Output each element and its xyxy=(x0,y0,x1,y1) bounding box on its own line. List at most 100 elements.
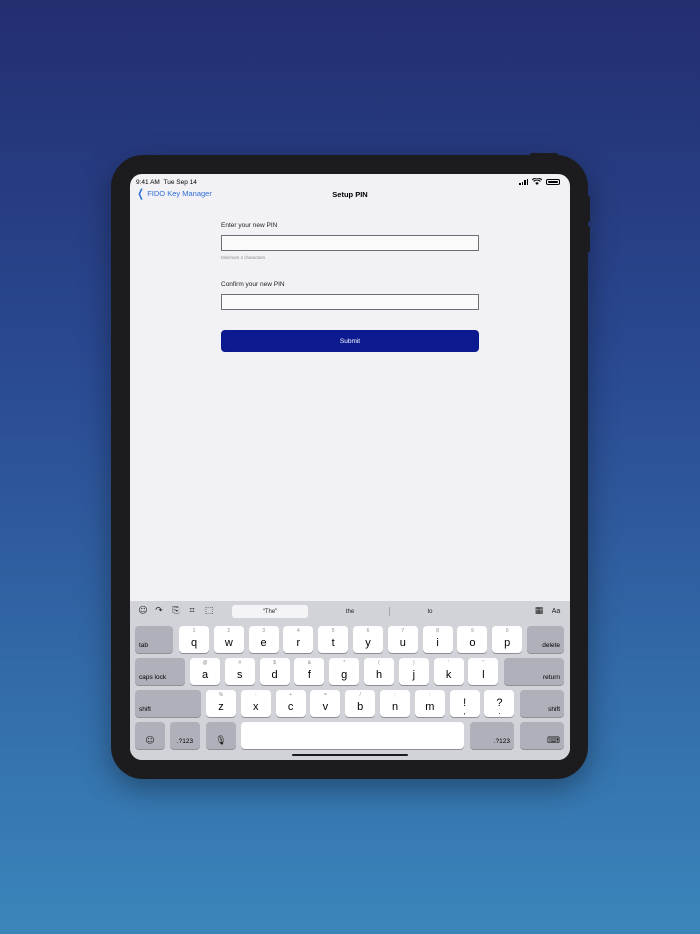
scan-document-icon[interactable]: ⬚ xyxy=(204,606,214,616)
confirm-pin-input[interactable] xyxy=(221,294,479,310)
key-label: c xyxy=(287,701,294,713)
key-y[interactable]: 6y xyxy=(353,626,383,653)
tab-key[interactable]: tab xyxy=(135,626,173,653)
key-label: b xyxy=(357,701,364,713)
keyboard-dismiss-icon: ⌨ xyxy=(547,736,560,746)
shift-right-key[interactable]: shift xyxy=(520,690,564,717)
caps-lock-key[interactable]: caps lock xyxy=(135,658,185,685)
key-alt-label: 6 xyxy=(366,628,370,634)
suggestion-1[interactable]: “The” xyxy=(232,605,308,618)
redo-icon[interactable]: ↷ xyxy=(154,606,164,616)
key-alt-label: % xyxy=(218,692,224,698)
key-n[interactable]: ; n xyxy=(380,690,410,717)
key-alt-label: @ xyxy=(202,660,208,666)
key-c[interactable]: + c xyxy=(275,690,306,717)
numbers-left-label: .?123 xyxy=(176,738,194,745)
suggestion-2[interactable]: the xyxy=(312,605,388,618)
key-alt-label: & xyxy=(307,660,312,666)
numbers-right-key[interactable]: .?123 xyxy=(470,722,514,749)
key-t[interactable]: 5t xyxy=(318,626,349,653)
battery-icon xyxy=(546,178,560,185)
key-alt-label: 7 xyxy=(401,628,405,634)
key-label: m xyxy=(425,701,435,713)
key-p[interactable]: 0p xyxy=(492,626,523,653)
key-a[interactable]: @ a xyxy=(190,658,220,685)
key-d[interactable]: $ d xyxy=(259,658,290,685)
key-alt-label: ( xyxy=(378,660,380,666)
shift-left-key[interactable]: shift xyxy=(135,690,201,717)
key-m[interactable]: :m xyxy=(414,690,445,717)
caps-lock-label: caps lock xyxy=(139,674,167,681)
key-alt-label: / xyxy=(359,692,361,698)
home-indicator xyxy=(292,754,408,756)
key-label: k xyxy=(445,669,452,681)
key-alt-label: 0 xyxy=(505,628,509,634)
wifi-icon xyxy=(532,178,542,185)
key-alt-label: 4 xyxy=(297,628,300,634)
suggestion-divider xyxy=(389,607,390,616)
confirm-pin-label: Confirm your new PIN xyxy=(221,281,285,288)
key-label: u xyxy=(399,637,406,649)
key-v[interactable]: = v xyxy=(310,690,341,717)
key-label: ! xyxy=(463,697,467,709)
delete-key-label: delete xyxy=(542,642,560,649)
numbers-left-key[interactable]: .?123 xyxy=(170,722,200,749)
return-key[interactable]: return xyxy=(504,658,564,685)
key-label: y xyxy=(365,637,371,649)
key-f[interactable]: & f xyxy=(294,658,325,685)
key-alt-label: 8 xyxy=(436,628,439,634)
key-label: f xyxy=(307,669,311,681)
key-alt-label: " xyxy=(482,660,485,666)
key-k[interactable]: ' k xyxy=(433,658,464,685)
submit-button[interactable]: Submit xyxy=(221,330,479,352)
key-alt-label: $ xyxy=(273,660,276,666)
text-format-button[interactable]: Aa xyxy=(548,605,564,618)
new-pin-input[interactable] xyxy=(221,235,479,251)
status-date: Tue Sep 14 xyxy=(163,179,197,186)
onscreen-keyboard: ☺ ↷ ⎘ ⌗ ⬚ “The” the to ▦ Aa tab 1q2w3e4r… xyxy=(130,601,570,760)
key-r[interactable]: 4r xyxy=(283,626,314,653)
space-bar[interactable] xyxy=(241,722,464,749)
key-u[interactable]: 7u xyxy=(387,626,418,653)
key-alt-label: - xyxy=(254,692,257,698)
key-g[interactable]: * g xyxy=(329,658,360,685)
key-label: r xyxy=(296,637,301,649)
dismiss-keyboard-key[interactable]: ⌨ xyxy=(520,722,564,749)
tab-key-label: tab xyxy=(139,642,149,649)
delete-key[interactable]: delete xyxy=(527,626,564,653)
keyboard-toolbar: ☺ ↷ ⎘ ⌗ ⬚ “The” the to ▦ Aa xyxy=(130,601,570,621)
key-label: p xyxy=(504,637,511,649)
paste-icon[interactable]: ⎘ xyxy=(171,606,181,616)
key-h[interactable]: (h xyxy=(364,658,394,685)
top-button xyxy=(530,153,558,156)
scan-text-icon[interactable]: ⌗ xyxy=(187,606,197,616)
key-exclamation[interactable]: ,! xyxy=(449,690,480,717)
suggestion-3[interactable]: to xyxy=(392,605,468,618)
key-q[interactable]: 1q xyxy=(179,626,209,653)
new-pin-hint: Minimum 4 characters xyxy=(221,255,266,260)
key-w[interactable]: 2w xyxy=(213,626,244,653)
key-i[interactable]: 8i xyxy=(422,626,453,653)
key-x[interactable]: -x xyxy=(240,690,271,717)
new-pin-label: Enter your new PIN xyxy=(221,222,278,229)
key-question[interactable]: .? xyxy=(484,690,515,717)
emoji-key[interactable]: ☺ xyxy=(135,722,165,749)
key-s[interactable]: # s xyxy=(224,658,255,685)
volume-button xyxy=(587,226,590,252)
key-o[interactable]: 9o xyxy=(457,626,488,653)
key-j[interactable]: ) j xyxy=(398,658,429,685)
dictation-key[interactable]: 🎙 xyxy=(206,722,236,749)
emoji-icon: ☺ xyxy=(145,736,155,746)
key-label: w xyxy=(224,637,233,649)
key-label: v xyxy=(322,701,329,713)
status-clock: 9:41 AM xyxy=(136,179,160,186)
emoji-sticker-icon[interactable]: ☺ xyxy=(138,606,148,616)
key-e[interactable]: 3e xyxy=(248,626,279,653)
key-label: d xyxy=(271,669,278,681)
key-b[interactable]: / b xyxy=(345,690,376,717)
key-alt-label: ' xyxy=(448,660,450,666)
table-icon[interactable]: ▦ xyxy=(534,606,544,616)
key-l[interactable]: " l xyxy=(468,658,499,685)
key-alt-label: + xyxy=(289,692,293,698)
key-z[interactable]: % z xyxy=(206,690,236,717)
